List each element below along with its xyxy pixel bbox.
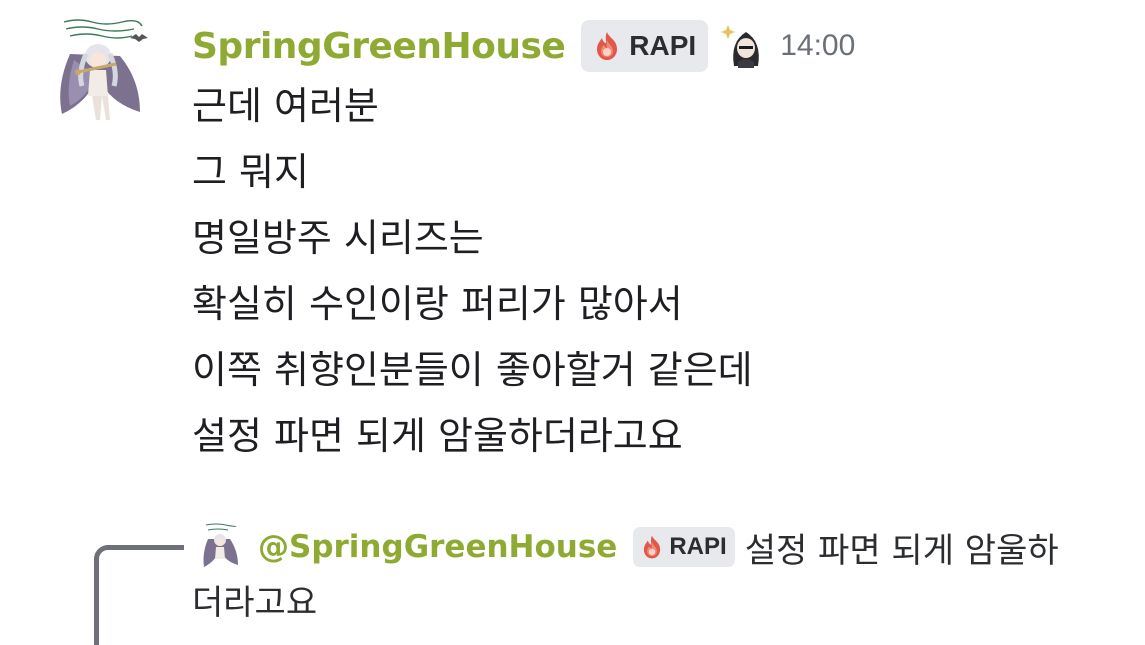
reply-header: @SpringGreenHouse RAPI 설정 파면 되게 암울하 <box>198 519 1059 575</box>
message-line: 그 뭐지 <box>192 150 309 194</box>
message-line: 근데 여러분 <box>192 84 379 128</box>
reply-connector-line <box>94 545 184 645</box>
server-tag-label: RAPI <box>629 30 697 61</box>
reply-avatar[interactable] <box>198 521 242 573</box>
fire-icon <box>597 32 618 60</box>
reply-author-mention[interactable]: @SpringGreenHouse <box>258 529 617 565</box>
message-timestamp: 14:00 <box>780 29 856 62</box>
message-line: 확실히 수인이랑 퍼리가 많아서 <box>192 282 683 326</box>
reply-server-tag-badge[interactable]: RAPI <box>633 527 735 567</box>
anime-character-avatar-icon <box>60 18 148 120</box>
fire-icon <box>644 535 661 559</box>
message-line: 설정 파면 되게 암울하더라고요 <box>192 414 683 458</box>
author-username[interactable]: SpringGreenHouse <box>192 26 566 67</box>
reply-excerpt-text-continued[interactable]: 더라고요 <box>192 575 317 624</box>
message-header: SpringGreenHouse RAPI 14:00 <box>192 18 855 74</box>
role-icon[interactable] <box>720 20 772 72</box>
chat-message: SpringGreenHouse RAPI 14:00 근데 여러분 그 뭐지 <box>0 0 1145 480</box>
reply-preview[interactable]: @SpringGreenHouse RAPI 설정 파면 되게 암울하 더라고요 <box>0 515 1145 645</box>
reply-server-tag-label: RAPI <box>669 533 727 560</box>
message-line: 명일방주 시리즈는 <box>192 216 484 260</box>
message-content: 근데 여러분 그 뭐지 명일방주 시리즈는 확실히 수인이랑 퍼리가 많아서 이… <box>192 78 753 474</box>
user-avatar[interactable] <box>48 16 152 128</box>
dark-haired-character-role-icon <box>721 25 760 68</box>
anime-character-avatar-icon <box>203 522 238 567</box>
reply-excerpt-text[interactable]: 설정 파면 되게 암울하 <box>745 523 1059 572</box>
server-tag-badge[interactable]: RAPI <box>581 20 709 72</box>
message-line: 이쪽 취향인분들이 좋아할거 같은데 <box>192 348 753 392</box>
